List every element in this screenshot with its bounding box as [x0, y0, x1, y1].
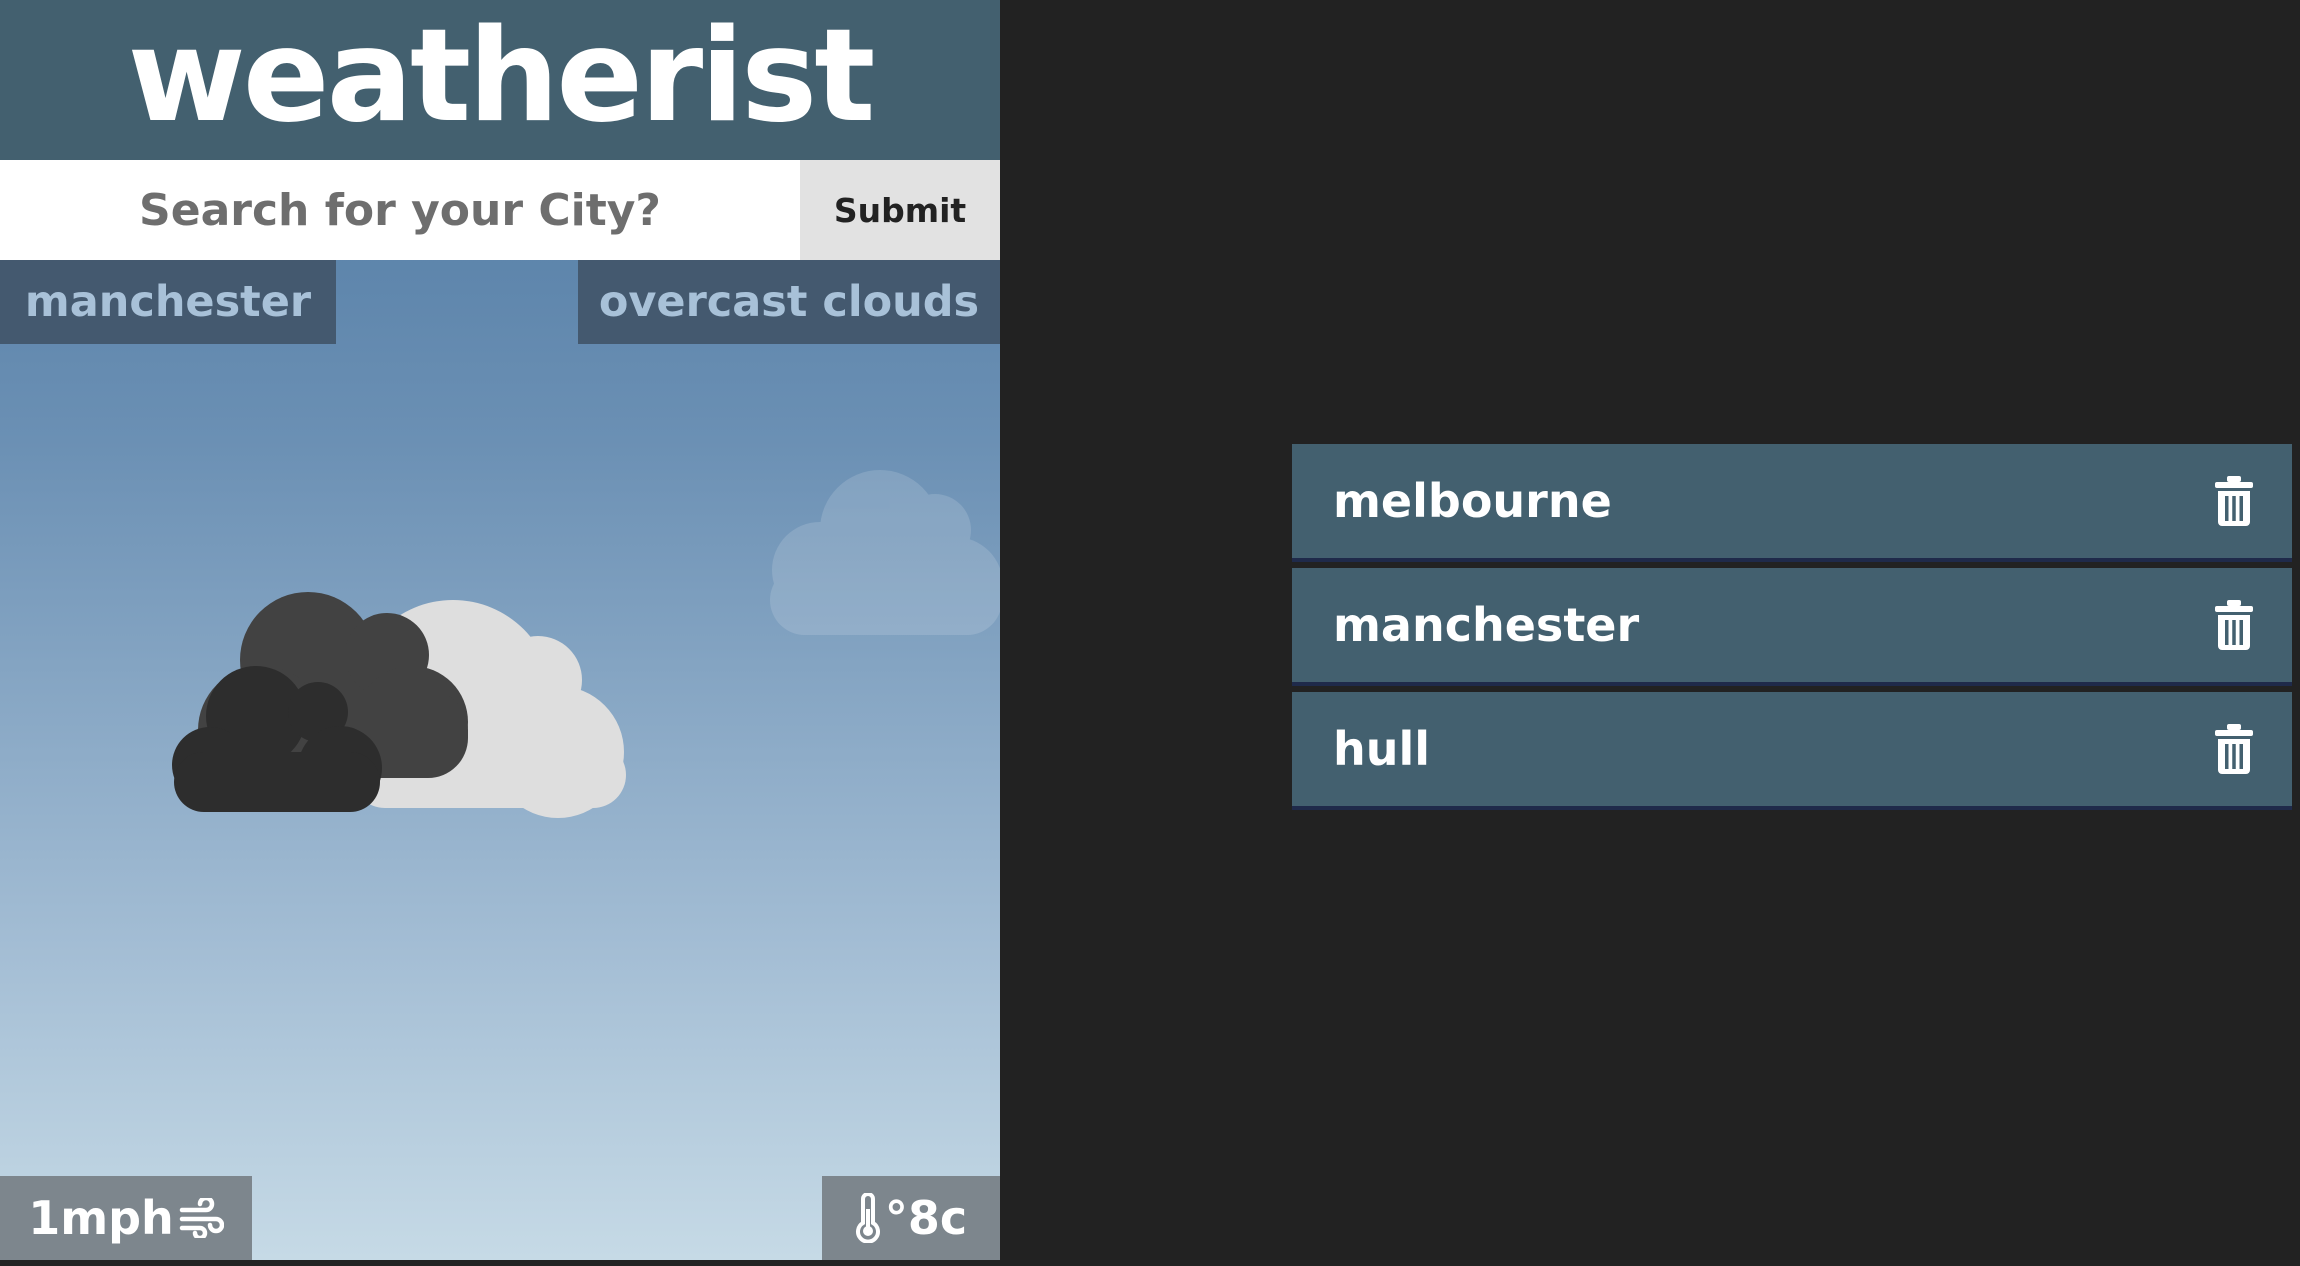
city-name: manchester [1333, 598, 1640, 652]
trash-icon[interactable] [2214, 600, 2254, 650]
city-list-item[interactable]: manchester [1292, 568, 2292, 686]
thermometer-icon [855, 1193, 880, 1243]
submit-button[interactable]: Submit [800, 160, 1000, 260]
wind-icon [179, 1198, 224, 1238]
wind-speed-badge: 1mph [0, 1176, 252, 1260]
app-header: weatherist [0, 0, 1000, 160]
overcast-clouds-icon [172, 592, 626, 818]
current-city-label: manchester [0, 260, 336, 344]
app-title: weatherist [127, 2, 876, 151]
trash-icon[interactable] [2214, 476, 2254, 526]
temperature-value: °8c [884, 1191, 968, 1245]
faint-cloud-icon [770, 470, 1000, 635]
wind-speed-value: 1mph [28, 1191, 174, 1245]
app: weatherist Submit manchester overcast cl… [0, 0, 2300, 1266]
city-search-input[interactable] [0, 160, 800, 260]
city-list-item[interactable]: melbourne [1292, 444, 2292, 562]
search-form: Submit [0, 160, 1000, 260]
temperature-badge: °8c [822, 1176, 1000, 1260]
city-name: hull [1333, 722, 1431, 776]
weather-panel: weatherist Submit manchester overcast cl… [0, 0, 1000, 1260]
weather-condition-label: overcast clouds [578, 260, 1000, 344]
saved-cities-list: melbourne manchester hull [1292, 444, 2292, 816]
city-name: melbourne [1333, 474, 1612, 528]
city-list-item[interactable]: hull [1292, 692, 2292, 810]
trash-icon[interactable] [2214, 724, 2254, 774]
